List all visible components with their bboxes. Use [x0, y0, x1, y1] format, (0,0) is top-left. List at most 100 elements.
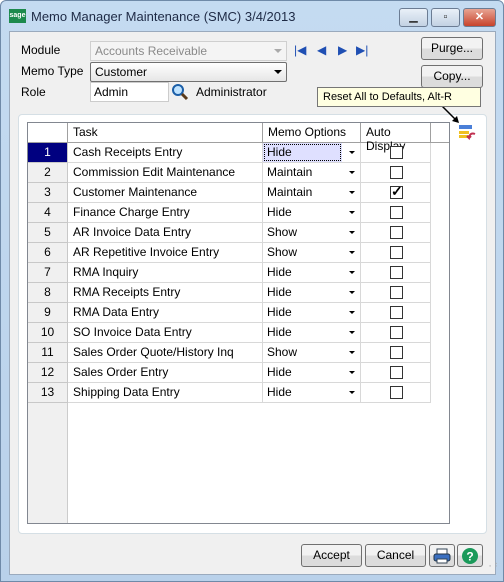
- row-number[interactable]: 10: [28, 323, 68, 343]
- auto-display-checkbox[interactable]: [390, 246, 403, 259]
- print-button[interactable]: [429, 544, 455, 567]
- memo-options-cell[interactable]: Hide: [263, 283, 361, 303]
- table-row[interactable]: 3 Customer Maintenance Maintain ✓: [28, 183, 431, 203]
- task-cell[interactable]: RMA Inquiry: [68, 263, 263, 283]
- last-record-icon[interactable]: ▶|: [356, 44, 368, 56]
- auto-display-cell[interactable]: [361, 223, 431, 243]
- lookup-magnifier-icon[interactable]: [171, 83, 189, 101]
- grid-header-auto-display[interactable]: Auto Display: [361, 123, 431, 153]
- auto-display-checkbox[interactable]: [390, 226, 403, 239]
- memo-option-value[interactable]: Hide: [263, 323, 342, 342]
- task-cell[interactable]: Customer Maintenance: [68, 183, 263, 203]
- accept-button[interactable]: Accept: [301, 544, 362, 567]
- memo-option-dropdown-button[interactable]: [343, 184, 360, 201]
- memo-option-value[interactable]: Hide: [263, 203, 342, 222]
- table-row[interactable]: 12 Sales Order Entry Hide: [28, 363, 431, 383]
- row-number[interactable]: 9: [28, 303, 68, 323]
- task-cell[interactable]: Sales Order Entry: [68, 363, 263, 383]
- memo-options-cell[interactable]: Hide: [263, 363, 361, 383]
- memo-option-dropdown-button[interactable]: [343, 204, 360, 221]
- role-input[interactable]: Admin: [90, 82, 169, 102]
- auto-display-cell[interactable]: [361, 383, 431, 403]
- task-cell[interactable]: AR Repetitive Invoice Entry: [68, 243, 263, 263]
- memo-option-value[interactable]: Hide: [263, 383, 342, 402]
- auto-display-cell[interactable]: [361, 203, 431, 223]
- auto-display-checkbox[interactable]: [390, 306, 403, 319]
- help-button[interactable]: ?: [457, 544, 483, 567]
- previous-record-icon[interactable]: ◀: [317, 44, 326, 56]
- memo-options-cell[interactable]: Hide: [263, 203, 361, 223]
- memo-option-value[interactable]: Hide: [263, 263, 342, 282]
- grid-header-task[interactable]: Task: [68, 123, 263, 143]
- memo-option-dropdown-button[interactable]: [343, 324, 360, 341]
- memo-option-dropdown-button[interactable]: [343, 224, 360, 241]
- task-cell[interactable]: Commission Edit Maintenance: [68, 163, 263, 183]
- auto-display-checkbox[interactable]: [390, 286, 403, 299]
- grid-header-memo-options[interactable]: Memo Options: [263, 123, 361, 143]
- memo-option-value[interactable]: Show: [263, 243, 342, 262]
- memo-options-cell[interactable]: Show: [263, 343, 361, 363]
- first-record-icon[interactable]: |◀: [294, 44, 306, 56]
- auto-display-cell[interactable]: [361, 143, 431, 163]
- task-cell[interactable]: Cash Receipts Entry: [68, 143, 263, 163]
- table-row[interactable]: 4 Finance Charge Entry Hide: [28, 203, 431, 223]
- memo-option-value[interactable]: Maintain: [263, 163, 342, 182]
- auto-display-cell[interactable]: [361, 283, 431, 303]
- table-row[interactable]: 13 Shipping Data Entry Hide: [28, 383, 431, 403]
- next-record-icon[interactable]: ▶: [338, 44, 347, 56]
- memo-option-dropdown-button[interactable]: [343, 144, 360, 161]
- auto-display-checkbox[interactable]: [390, 166, 403, 179]
- row-number[interactable]: 3: [28, 183, 68, 203]
- row-number[interactable]: 11: [28, 343, 68, 363]
- auto-display-checkbox[interactable]: [390, 206, 403, 219]
- memo-option-value[interactable]: Show: [263, 343, 342, 362]
- task-cell[interactable]: SO Invoice Data Entry: [68, 323, 263, 343]
- memo-options-cell[interactable]: Show: [263, 243, 361, 263]
- auto-display-cell[interactable]: [361, 363, 431, 383]
- auto-display-checkbox[interactable]: [390, 386, 403, 399]
- memo-options-cell[interactable]: Hide: [263, 143, 361, 163]
- table-row[interactable]: 8 RMA Receipts Entry Hide: [28, 283, 431, 303]
- table-row[interactable]: 7 RMA Inquiry Hide: [28, 263, 431, 283]
- memo-options-cell[interactable]: Hide: [263, 383, 361, 403]
- memo-options-cell[interactable]: Hide: [263, 323, 361, 343]
- auto-display-cell[interactable]: [361, 163, 431, 183]
- auto-display-cell[interactable]: [361, 243, 431, 263]
- row-number[interactable]: 4: [28, 203, 68, 223]
- task-cell[interactable]: RMA Receipts Entry: [68, 283, 263, 303]
- memo-options-cell[interactable]: Hide: [263, 303, 361, 323]
- auto-display-checkbox[interactable]: [390, 146, 403, 159]
- memo-options-cell[interactable]: Maintain: [263, 163, 361, 183]
- row-number[interactable]: 2: [28, 163, 68, 183]
- task-cell[interactable]: RMA Data Entry: [68, 303, 263, 323]
- auto-display-cell[interactable]: ✓: [361, 183, 431, 203]
- table-row[interactable]: 11 Sales Order Quote/History Inq Show: [28, 343, 431, 363]
- auto-display-cell[interactable]: [361, 323, 431, 343]
- memo-option-value[interactable]: Hide: [263, 303, 342, 322]
- auto-display-checkbox[interactable]: ✓: [390, 184, 403, 199]
- memo-options-cell[interactable]: Show: [263, 223, 361, 243]
- memo-option-dropdown-button[interactable]: [343, 284, 360, 301]
- purge-button[interactable]: Purge...: [421, 37, 483, 60]
- memo-option-dropdown-button[interactable]: [343, 344, 360, 361]
- memo-option-value[interactable]: Show: [263, 223, 342, 242]
- memo-option-value[interactable]: Maintain: [263, 183, 342, 202]
- memo-option-dropdown-button[interactable]: [343, 244, 360, 261]
- memo-option-value[interactable]: Hide: [263, 363, 342, 382]
- close-button[interactable]: ✕: [463, 8, 496, 27]
- auto-display-cell[interactable]: [361, 263, 431, 283]
- row-number[interactable]: 12: [28, 363, 68, 383]
- row-number[interactable]: 5: [28, 223, 68, 243]
- table-row[interactable]: 10 SO Invoice Data Entry Hide: [28, 323, 431, 343]
- row-number[interactable]: 6: [28, 243, 68, 263]
- task-cell[interactable]: Finance Charge Entry: [68, 203, 263, 223]
- table-row[interactable]: 6 AR Repetitive Invoice Entry Show: [28, 243, 431, 263]
- table-row[interactable]: 5 AR Invoice Data Entry Show: [28, 223, 431, 243]
- cancel-button[interactable]: Cancel: [365, 544, 426, 567]
- table-row[interactable]: 2 Commission Edit Maintenance Maintain: [28, 163, 431, 183]
- auto-display-cell[interactable]: [361, 303, 431, 323]
- task-cell[interactable]: AR Invoice Data Entry: [68, 223, 263, 243]
- maximize-button[interactable]: ▫: [431, 8, 460, 27]
- minimize-button[interactable]: ▁: [399, 8, 428, 27]
- row-number[interactable]: 7: [28, 263, 68, 283]
